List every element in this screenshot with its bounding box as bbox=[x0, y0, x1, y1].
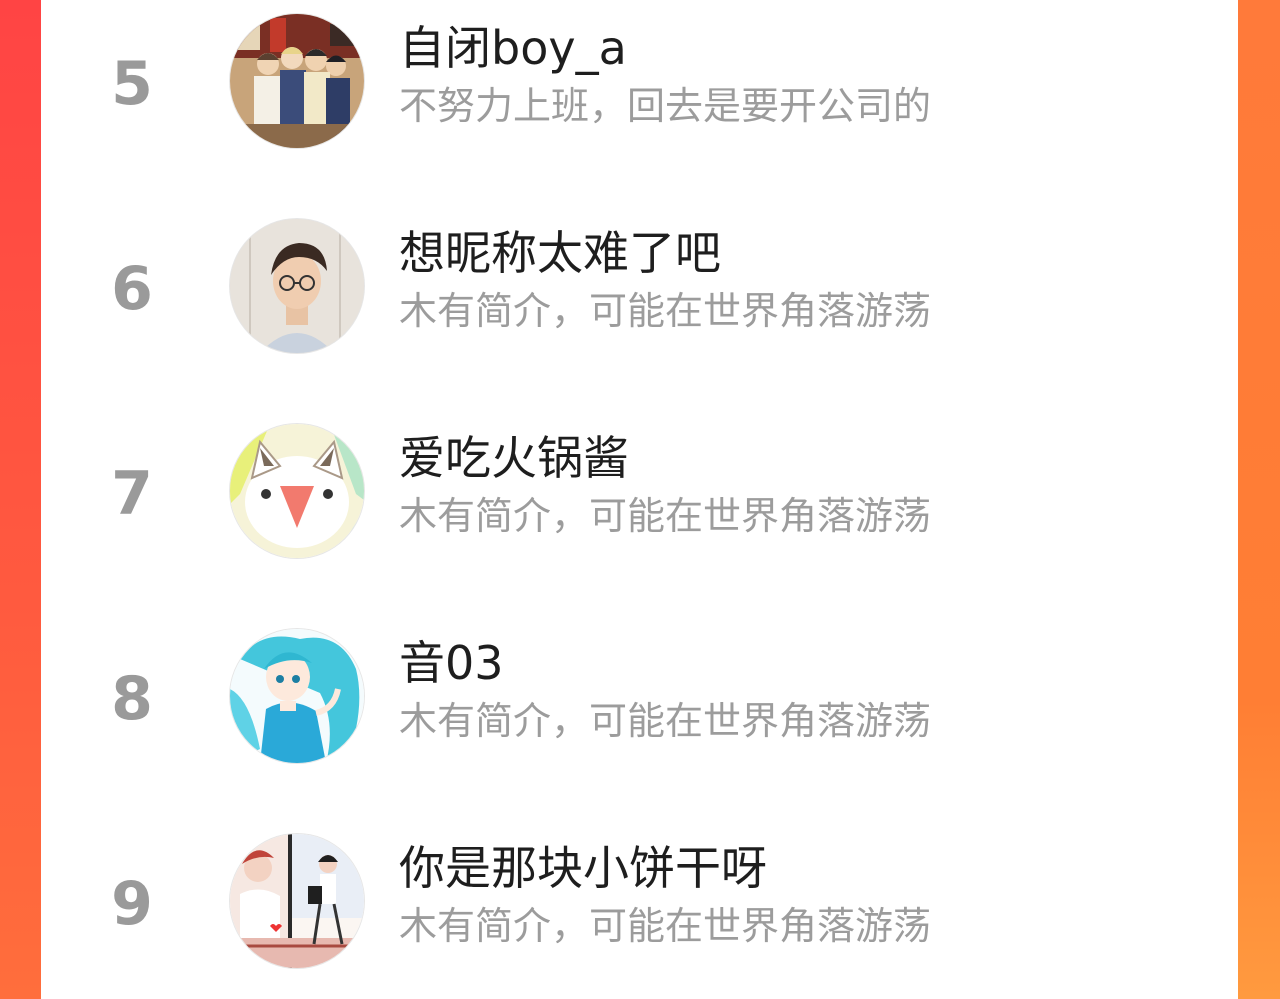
rank-number: 8 bbox=[111, 664, 153, 734]
left-background-edge bbox=[0, 0, 41, 999]
user-bio: 木有简介，可能在世界角落游荡 bbox=[399, 289, 932, 333]
user-name[interactable]: 自闭boy_a bbox=[399, 25, 627, 71]
rank-number: 9 bbox=[111, 869, 153, 939]
user-avatar-anime-group[interactable] bbox=[230, 14, 364, 148]
cartoon-cat-avatar-icon bbox=[230, 424, 364, 558]
user-name[interactable]: 爱吃火锅酱 bbox=[399, 435, 629, 481]
user-avatar-man-portrait[interactable] bbox=[230, 219, 364, 353]
ranking-row[interactable]: 8 音03 木有简介，可能在世界角落游荡 bbox=[41, 615, 1238, 819]
ranking-list-panel: 5 自闭boy_a 不努力上班，回去是要开公司的 6 想昵称太难了吧 木有简介，… bbox=[41, 0, 1238, 999]
ranking-row[interactable]: 6 想昵称太难了吧 木有简介，可能在世界角落游荡 bbox=[41, 205, 1238, 409]
user-avatar-illustrated-couple[interactable] bbox=[230, 834, 364, 968]
ranking-row[interactable]: 9 你是那块小饼干呀 木有简介，可能在世界角落游荡 bbox=[41, 820, 1238, 999]
user-name[interactable]: 想昵称太难了吧 bbox=[399, 230, 721, 276]
user-bio: 不努力上班，回去是要开公司的 bbox=[399, 84, 932, 128]
user-bio: 木有简介，可能在世界角落游荡 bbox=[399, 494, 932, 538]
user-bio: 木有简介，可能在世界角落游荡 bbox=[399, 904, 932, 948]
rank-number: 5 bbox=[111, 49, 153, 119]
rank-number: 6 bbox=[111, 254, 153, 324]
user-name[interactable]: 音03 bbox=[399, 640, 504, 686]
anime-group-avatar-icon bbox=[230, 14, 364, 148]
user-bio: 木有简介，可能在世界角落游荡 bbox=[399, 699, 932, 743]
ranking-row[interactable]: 7 爱吃火锅酱 木有简介，可能在世界角落游荡 bbox=[41, 410, 1238, 614]
ranking-row[interactable]: 5 自闭boy_a 不努力上班，回去是要开公司的 bbox=[41, 0, 1238, 204]
man-portrait-avatar-icon bbox=[230, 219, 364, 353]
anime-blue-hair-girl-avatar-icon bbox=[230, 629, 364, 763]
illustrated-couple-avatar-icon bbox=[230, 834, 364, 968]
user-avatar-anime-girl[interactable] bbox=[230, 629, 364, 763]
rank-number: 7 bbox=[111, 459, 153, 529]
right-background-edge bbox=[1238, 0, 1280, 999]
user-avatar-cartoon-cat[interactable] bbox=[230, 424, 364, 558]
user-name[interactable]: 你是那块小饼干呀 bbox=[399, 845, 767, 891]
